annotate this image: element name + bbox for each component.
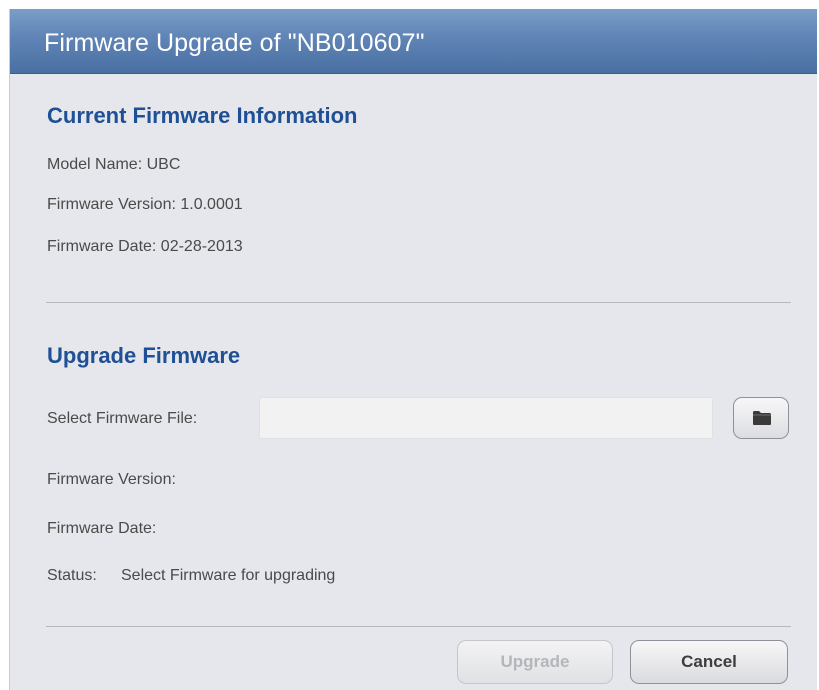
upgrade-firmware-heading: Upgrade Firmware xyxy=(47,343,241,368)
dialog-titlebar[interactable]: Firmware Upgrade of "NB010607" xyxy=(10,9,817,74)
new-firmware-date-label: Firmware Date: xyxy=(47,520,157,537)
current-firmware-version-text: Firmware Version: 1.0.0001 xyxy=(47,196,243,213)
folder-icon xyxy=(753,411,771,425)
cancel-button[interactable]: Cancel xyxy=(630,640,788,684)
footer-divider xyxy=(46,626,791,627)
status-value: Select Firmware for upgrading xyxy=(121,567,336,584)
firmware-upgrade-dialog: Firmware Upgrade of "NB010607" Current F… xyxy=(9,9,817,690)
current-firmware-date-text: Firmware Date: 02-28-2013 xyxy=(47,238,243,255)
firmware-file-input[interactable] xyxy=(259,397,713,439)
upgrade-button[interactable]: Upgrade xyxy=(457,640,613,684)
status-label: Status: xyxy=(47,567,97,584)
select-firmware-file-label: Select Firmware File: xyxy=(47,410,198,427)
model-name-text: Model Name: UBC xyxy=(47,156,181,173)
new-firmware-version-label: Firmware Version: xyxy=(47,471,176,488)
current-firmware-heading: Current Firmware Information xyxy=(47,103,358,128)
browse-file-button[interactable] xyxy=(733,397,789,439)
dialog-title: Firmware Upgrade of "NB010607" xyxy=(44,29,425,57)
section-divider xyxy=(46,302,791,303)
